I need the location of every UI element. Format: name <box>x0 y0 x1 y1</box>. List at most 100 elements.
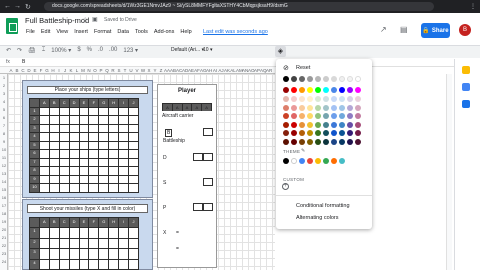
board-cell[interactable] <box>49 150 59 158</box>
board-cell[interactable] <box>59 259 69 269</box>
color-swatch[interactable] <box>307 104 313 111</box>
board-cell[interactable] <box>99 158 109 167</box>
board-cell[interactable] <box>129 158 138 167</box>
row-header[interactable]: 2 <box>1 83 7 88</box>
board-cell[interactable] <box>49 133 59 141</box>
board-cell[interactable] <box>129 116 138 124</box>
color-swatch[interactable] <box>355 138 361 145</box>
board-cell[interactable] <box>49 141 59 150</box>
color-swatch[interactable] <box>315 130 321 136</box>
side-app-icon[interactable] <box>462 100 470 108</box>
font-select[interactable]: Default (Ari... ▾ <box>171 47 204 53</box>
board-cell[interactable] <box>79 150 89 158</box>
color-swatch[interactable] <box>331 113 337 119</box>
battleship-cell[interactable]: B <box>165 129 173 137</box>
color-swatch[interactable] <box>347 113 353 119</box>
board-cell[interactable] <box>69 107 79 116</box>
board-cell[interactable] <box>89 141 99 150</box>
menu-item-edit[interactable]: Edit <box>41 29 50 35</box>
board-cell[interactable] <box>39 175 49 184</box>
row-header[interactable]: 10 <box>1 147 7 152</box>
board-cell[interactable] <box>109 249 119 259</box>
board-cell[interactable] <box>109 116 119 124</box>
color-swatch[interactable] <box>291 121 297 128</box>
board-cell[interactable] <box>79 259 89 269</box>
board-cell[interactable] <box>119 141 129 150</box>
board-cell[interactable] <box>49 249 59 259</box>
menu-item-tools[interactable]: Tools <box>135 29 148 35</box>
board-cell[interactable] <box>59 124 69 133</box>
board-cell[interactable] <box>39 158 49 167</box>
board-cell[interactable] <box>69 167 79 175</box>
color-swatch[interactable] <box>307 113 313 119</box>
color-swatch[interactable] <box>323 104 329 111</box>
color-swatch[interactable] <box>315 96 321 102</box>
color-swatch[interactable] <box>347 96 353 102</box>
color-swatch[interactable] <box>339 113 345 119</box>
row-header[interactable]: 20 <box>1 227 7 232</box>
board-cell[interactable] <box>109 107 119 116</box>
board-cell[interactable] <box>109 259 119 269</box>
last-edit-link[interactable]: Last edit was seconds ago <box>203 29 268 35</box>
board-cell[interactable] <box>109 167 119 175</box>
board-cell[interactable] <box>119 175 129 184</box>
board-cell[interactable] <box>129 124 138 133</box>
reload-icon[interactable]: ↻ <box>25 3 31 11</box>
board-cell[interactable] <box>59 238 69 249</box>
back-icon[interactable]: ← <box>4 3 11 10</box>
toolbar-icon[interactable]: ↶ <box>6 47 11 54</box>
board-cell[interactable] <box>89 238 99 249</box>
board-cell[interactable] <box>89 167 99 175</box>
color-swatch[interactable] <box>323 87 329 93</box>
color-swatch[interactable] <box>339 138 345 145</box>
color-swatch[interactable] <box>291 104 297 111</box>
color-swatch[interactable] <box>331 104 337 111</box>
board-cell[interactable] <box>99 259 109 269</box>
board-cell[interactable] <box>109 150 119 158</box>
color-swatch[interactable] <box>291 87 297 93</box>
color-swatch[interactable] <box>315 87 321 93</box>
board-cell[interactable] <box>39 124 49 133</box>
row-header[interactable]: 3 <box>1 91 7 96</box>
board-cell[interactable] <box>79 184 89 192</box>
board-cell[interactable] <box>59 116 69 124</box>
board-cell[interactable] <box>119 167 129 175</box>
color-swatch[interactable] <box>355 96 361 102</box>
board-cell[interactable] <box>99 116 109 124</box>
board-cell[interactable] <box>129 141 138 150</box>
row-header[interactable]: 4 <box>1 99 7 104</box>
column-header[interactable]: AR <box>266 68 272 73</box>
aircraft-box[interactable] <box>203 128 213 136</box>
missiles-board[interactable]: ABCDEFGHIJ 1234 <box>29 217 139 270</box>
color-swatch[interactable] <box>339 104 345 111</box>
color-swatch[interactable] <box>355 113 361 119</box>
board-cell[interactable] <box>119 184 129 192</box>
color-swatch[interactable] <box>307 87 313 93</box>
board-cell[interactable] <box>109 141 119 150</box>
board-cell[interactable] <box>49 158 59 167</box>
color-swatch[interactable] <box>283 121 289 128</box>
color-swatch[interactable] <box>347 76 353 82</box>
menu-item-insert[interactable]: Insert <box>74 29 88 35</box>
color-swatch[interactable] <box>283 87 289 93</box>
color-swatch[interactable] <box>347 104 353 111</box>
color-swatch[interactable] <box>347 121 353 128</box>
board-cell[interactable] <box>49 175 59 184</box>
board-cell[interactable] <box>79 238 89 249</box>
board-cell[interactable] <box>69 133 79 141</box>
color-swatch[interactable] <box>291 130 297 136</box>
star-icon[interactable]: ☆ <box>82 16 88 24</box>
browser-menu-icon[interactable]: ⋮ <box>470 3 476 10</box>
board-cell[interactable] <box>109 238 119 249</box>
board-cell[interactable] <box>129 238 138 249</box>
board-cell[interactable] <box>69 249 79 259</box>
theme-swatch[interactable] <box>299 158 305 164</box>
board-cell[interactable] <box>129 175 138 184</box>
board-cell[interactable] <box>39 184 49 192</box>
board-cell[interactable] <box>99 184 109 192</box>
board-cell[interactable] <box>129 259 138 269</box>
row-header[interactable]: 14 <box>1 179 7 184</box>
row-header[interactable]: 22 <box>1 243 7 248</box>
row-header[interactable]: 23 <box>1 251 7 256</box>
formula-bar[interactable] <box>0 58 480 67</box>
